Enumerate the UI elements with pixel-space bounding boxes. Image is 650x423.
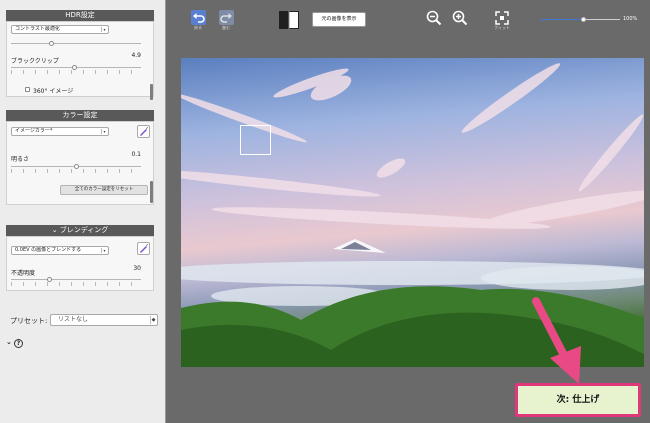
pointer-arrow-icon (532, 297, 581, 384)
show-original-button[interactable]: 元の画像を表示 (312, 12, 366, 27)
redo-icon (218, 10, 234, 25)
color-settings-title: カラー設定 (6, 110, 154, 121)
blending-title: ⌄ ブレンディング (6, 225, 154, 236)
toolbar: 戻る 進む 元の画像を表示 フィット 100% (167, 0, 650, 46)
opacity-label: 不透明度 (11, 270, 36, 277)
preset-label: プリセット: (10, 317, 48, 325)
zoom-in-icon[interactable] (452, 10, 468, 26)
brightness-value: 0.1 (131, 151, 141, 158)
hdr-settings-body: コントラスト最適化 ▾ ブラッククリップ 4.9 360° イメージ (6, 21, 154, 97)
image-color-select[interactable]: イメージカラー* ▾ (11, 127, 109, 136)
zoom-percent: 100% (623, 16, 638, 22)
compare-icon[interactable] (279, 11, 299, 29)
opacity-ticks (11, 282, 141, 286)
hdr-preset-chevron-icon: ▾ (101, 27, 107, 32)
redo-button[interactable]: 進む (218, 10, 234, 31)
zoom-slider-thumb[interactable] (581, 17, 586, 22)
reset-color-button[interactable]: 全てのカラー設定をリセット (60, 185, 148, 195)
black-clip-label: ブラッククリップ (11, 58, 59, 65)
next-finish-button[interactable]: 次: 仕上げ (515, 383, 641, 417)
fit-icon (495, 11, 509, 25)
blend-mode-select[interactable]: 0.0EV の画像とブレンドする ▾ (11, 246, 109, 255)
hdr-scrollbar[interactable] (150, 84, 153, 100)
zoom-slider-fill (540, 19, 584, 20)
blending-chevron-icon: ⌄ (51, 226, 58, 234)
opacity-slider-track[interactable] (11, 279, 141, 280)
preset-chevron-icon: ◆ (150, 316, 156, 324)
blending-title-label: ブレンディング (59, 226, 109, 234)
hdr-preset-select[interactable]: コントラスト最適化 ▾ (11, 25, 109, 34)
hdr-preset-select-label: コントラスト最適化 (15, 26, 60, 32)
black-clip-value: 4.9 (131, 52, 141, 59)
blend-mode-select-label: 0.0EV の画像とブレンドする (15, 247, 82, 253)
blend-edit-button[interactable] (137, 242, 150, 255)
blend-mode-chevron-icon: ▾ (101, 248, 107, 253)
hdr-settings-title: HDR設定 (6, 10, 154, 21)
color-settings-body: イメージカラー* ▾ 明るさ 0.1 全てのカラー設定をリセット (6, 121, 154, 205)
image360-label: 360° イメージ (33, 88, 74, 95)
left-panel: HDR設定 コントラスト最適化 ▾ ブラッククリップ 4.9 360° イメージ… (0, 0, 166, 423)
image-color-chevron-icon: ▾ (101, 129, 107, 134)
fit-label: フィット (494, 25, 510, 30)
image360-checkbox[interactable] (25, 87, 30, 92)
redo-label: 進む (222, 25, 230, 30)
selection-box[interactable] (240, 125, 271, 155)
fit-button[interactable]: フィット (490, 11, 514, 31)
help-icon[interactable]: ? (14, 339, 23, 348)
color-scrollbar[interactable] (150, 181, 153, 203)
preset-select-label: リストなし (58, 316, 89, 323)
brightness-ticks (11, 169, 141, 173)
zoom-out-icon[interactable] (426, 10, 442, 26)
undo-label: 戻る (194, 25, 202, 30)
brightness-label: 明るさ (11, 156, 30, 163)
expand-chevron-icon[interactable]: ⌄ (6, 338, 12, 346)
undo-icon (190, 10, 206, 25)
hdr-top-slider-track[interactable] (11, 43, 141, 44)
pen-icon (140, 244, 148, 253)
preset-select[interactable]: リストなし ◆ (50, 314, 158, 326)
opacity-value: 30 (133, 265, 141, 272)
pen-icon (140, 127, 148, 136)
undo-button[interactable]: 戻る (190, 10, 206, 31)
image-color-select-label: イメージカラー* (15, 128, 53, 134)
blending-body: 0.0EV の画像とブレンドする ▾ 不透明度 30 (6, 236, 154, 291)
color-edit-button[interactable] (137, 125, 150, 138)
black-clip-ticks (11, 70, 141, 74)
hdr-top-slider-thumb[interactable] (49, 41, 54, 46)
